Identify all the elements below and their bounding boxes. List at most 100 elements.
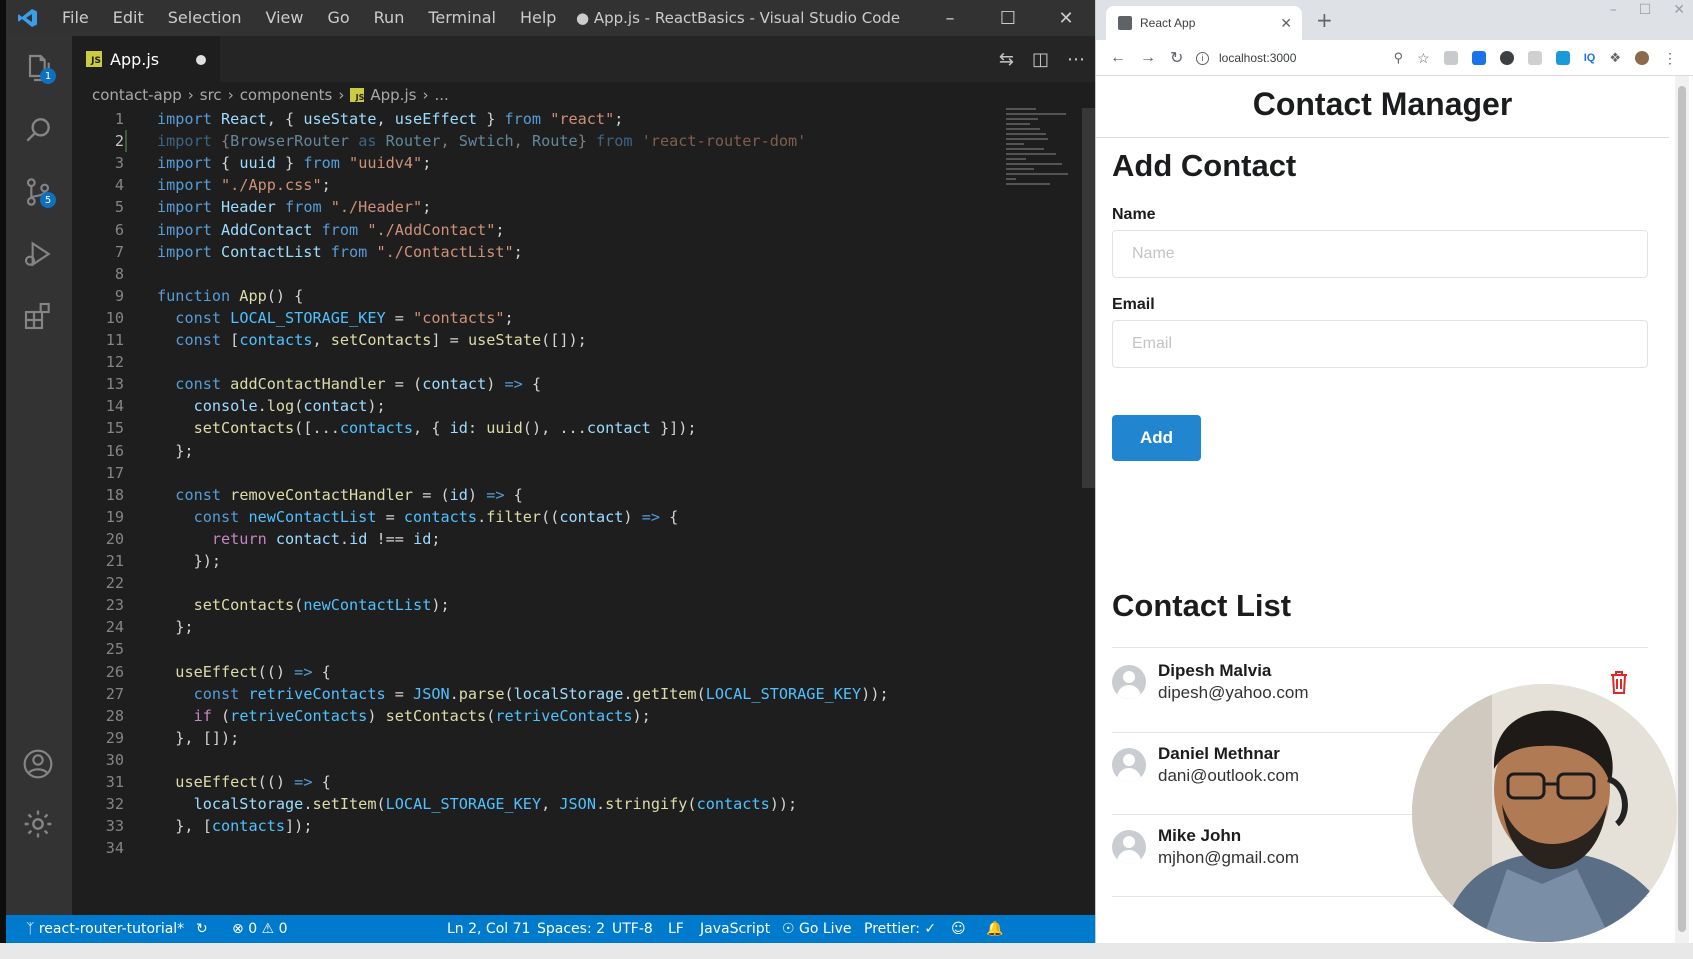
code-line[interactable]: 1 import React, { useState, useEffect } f… — [72, 108, 1072, 130]
extension-icon[interactable] — [1499, 51, 1514, 65]
source-control-icon[interactable]: 5 — [16, 170, 60, 214]
name-input[interactable] — [1112, 230, 1648, 278]
open-changes-icon[interactable]: ⇆ — [999, 49, 1014, 70]
browser-minimize-icon[interactable]: – — [1610, 2, 1617, 18]
code-line[interactable]: 33 }, [contacts]); — [72, 815, 1072, 837]
code-line[interactable]: 28 if (retriveContacts) setContacts(retr… — [72, 705, 1072, 727]
code-line[interactable]: 15 setContacts([...contacts, { id: uuid(… — [72, 417, 1072, 439]
run-debug-icon[interactable] — [16, 232, 60, 276]
iq-extension-icon[interactable]: IQ — [1584, 52, 1596, 64]
reload-icon[interactable]: ↻ — [1170, 48, 1183, 68]
branch-status[interactable]: ᛉ react-router-tutorial* — [26, 915, 184, 943]
extension-icon[interactable] — [1471, 51, 1486, 65]
more-actions-icon[interactable]: ⋯ — [1067, 49, 1085, 70]
forward-arrow-icon[interactable]: → — [1140, 49, 1156, 67]
menu-edit[interactable]: Edit — [101, 0, 156, 36]
site-info-icon[interactable]: i — [1196, 51, 1209, 65]
menu-file[interactable]: File — [50, 0, 101, 36]
encoding[interactable]: UTF-8 — [612, 915, 653, 943]
menu-selection[interactable]: Selection — [156, 0, 254, 36]
browser-menu-icon[interactable]: ⋮ — [1663, 50, 1677, 67]
code-line[interactable]: 13 const addContactHandler = (contact) =… — [72, 373, 1072, 395]
feedback-icon[interactable]: ☺ — [951, 915, 966, 943]
code-line[interactable]: 5 import Header from "./Header"; — [72, 196, 1072, 218]
breadcrumb-item[interactable]: contact-app — [92, 86, 182, 104]
breadcrumb-item[interactable]: ... — [434, 86, 448, 104]
minimap[interactable] — [1006, 108, 1076, 198]
code-line[interactable]: 34 — [72, 837, 1072, 859]
code-line[interactable]: 4 import "./App.css"; — [72, 174, 1072, 196]
sync-icon[interactable]: ↻ — [196, 915, 208, 943]
settings-gear-icon[interactable] — [16, 802, 60, 846]
add-button[interactable]: Add — [1112, 415, 1201, 461]
explorer-icon[interactable]: 1 — [16, 46, 60, 90]
close-tab-icon[interactable]: ✕ — [1280, 15, 1292, 32]
bookmark-star-icon[interactable]: ☆ — [1417, 50, 1430, 67]
prettier-status[interactable]: Prettier: ✓ — [864, 915, 936, 943]
code-line[interactable]: 11 const [contacts, setContacts] = useSt… — [72, 329, 1072, 351]
menu-go[interactable]: Go — [315, 0, 361, 36]
code-line[interactable]: 9 function App() { — [72, 285, 1072, 307]
code-line[interactable]: 26 useEffect(() => { — [72, 661, 1072, 683]
breadcrumb-item[interactable]: src — [200, 86, 222, 104]
tab-app-js[interactable]: JS App.js — [72, 36, 220, 82]
indent-spaces[interactable]: Spaces: 2 — [537, 915, 605, 943]
problems-status[interactable]: ⊗ 0 ⚠ 0 — [232, 915, 287, 943]
extension-icon[interactable] — [1443, 51, 1458, 65]
code-line[interactable]: 10 const LOCAL_STORAGE_KEY = "contacts"; — [72, 307, 1072, 329]
unsaved-dot-icon[interactable] — [196, 55, 206, 65]
notifications-bell-icon[interactable]: 🔔 — [986, 915, 1003, 943]
extension-icon[interactable] — [1527, 51, 1542, 65]
accounts-icon[interactable] — [16, 742, 60, 786]
breadcrumb-item[interactable]: components — [240, 86, 333, 104]
code-line[interactable]: 27 const retriveContacts = JSON.parse(lo… — [72, 683, 1072, 705]
browser-maximize-icon[interactable]: ☐ — [1639, 2, 1652, 18]
puzzle-extensions-icon[interactable]: ❖ — [1609, 50, 1621, 66]
page-scrollbar[interactable] — [1675, 76, 1689, 943]
language-mode[interactable]: JavaScript — [700, 915, 770, 943]
trash-icon[interactable] — [1608, 669, 1630, 695]
code-line[interactable]: 2 import {BrowserRouter as Router, Swtich… — [72, 130, 1072, 153]
code-editor[interactable]: 1 import React, { useState, useEffect } f… — [72, 108, 1072, 914]
code-line[interactable]: 20 return contact.id !== id; — [72, 528, 1072, 550]
code-line[interactable]: 14 console.log(contact); — [72, 395, 1072, 417]
code-line[interactable]: 16 }; — [72, 440, 1072, 462]
code-line[interactable]: 23 setContacts(newContactList); — [72, 594, 1072, 616]
code-line[interactable]: 7 import ContactList from "./ContactList"… — [72, 241, 1072, 263]
code-line[interactable]: 12 — [72, 351, 1072, 373]
end-of-line[interactable]: LF — [668, 915, 684, 943]
split-editor-icon[interactable]: ◫ — [1032, 49, 1049, 70]
search-icon[interactable] — [16, 108, 60, 152]
minimize-icon[interactable]: – — [921, 0, 979, 36]
browser-tab[interactable]: React App ✕ — [1106, 6, 1302, 40]
code-line[interactable]: 18 const removeContactHandler = (id) => … — [72, 484, 1072, 506]
go-live-status[interactable]: ☉ Go Live — [782, 915, 851, 943]
breadcrumb-item[interactable]: App.js — [370, 86, 416, 104]
code-line[interactable]: 21 }); — [72, 550, 1072, 572]
editor-scrollbar[interactable] — [1082, 108, 1096, 488]
menu-view[interactable]: View — [254, 0, 316, 36]
menu-help[interactable]: Help — [508, 0, 568, 36]
extension-icon[interactable] — [1555, 51, 1570, 65]
maximize-icon[interactable]: ☐ — [979, 0, 1037, 36]
cursor-position[interactable]: Ln 2, Col 71 — [447, 915, 530, 943]
extensions-icon[interactable] — [16, 294, 60, 338]
profile-avatar[interactable] — [1635, 51, 1649, 65]
zoom-icon[interactable]: ⚲ — [1394, 50, 1404, 66]
back-arrow-icon[interactable]: ← — [1110, 49, 1126, 67]
code-line[interactable]: 30 — [72, 749, 1072, 771]
code-line[interactable]: 3 import { uuid } from "uuidv4"; — [72, 152, 1072, 174]
code-line[interactable]: 25 — [72, 638, 1072, 660]
code-line[interactable]: 31 useEffect(() => { — [72, 771, 1072, 793]
code-line[interactable]: 29 }, []); — [72, 727, 1072, 749]
code-line[interactable]: 17 — [72, 462, 1072, 484]
new-tab-icon[interactable]: + — [1316, 8, 1333, 32]
code-line[interactable]: 32 localStorage.setItem(LOCAL_STORAGE_KE… — [72, 793, 1072, 815]
menu-terminal[interactable]: Terminal — [416, 0, 508, 36]
code-line[interactable]: 6 import AddContact from "./AddContact"; — [72, 219, 1072, 241]
close-icon[interactable]: ✕ — [1037, 0, 1095, 36]
email-input[interactable] — [1112, 320, 1648, 368]
code-line[interactable]: 22 — [72, 572, 1072, 594]
code-line[interactable]: 8 — [72, 263, 1072, 285]
menu-run[interactable]: Run — [362, 0, 417, 36]
